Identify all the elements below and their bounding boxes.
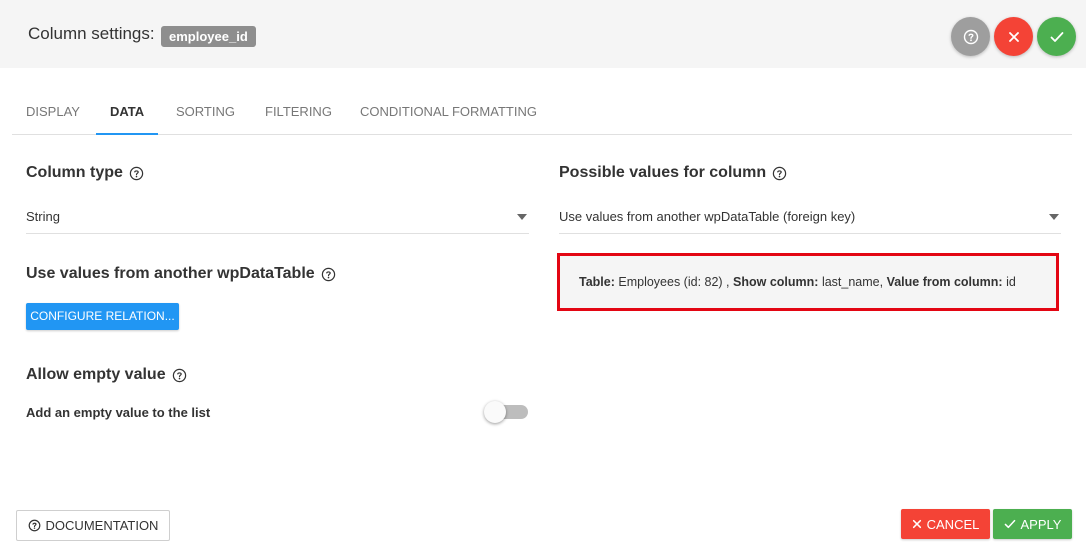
modal-header: Column settings: employee_id xyxy=(0,0,1086,68)
question-circle-icon[interactable] xyxy=(772,166,787,181)
settings-tabs: DISPLAY DATA SORTING FILTERING CONDITION… xyxy=(12,96,1072,135)
configure-relation-button[interactable]: CONFIGURE RELATION... xyxy=(26,303,179,330)
show-column-value: last_name, xyxy=(821,275,884,289)
close-icon xyxy=(1008,31,1019,42)
toggle-knob xyxy=(484,401,506,423)
allow-empty-heading: Allow empty value xyxy=(26,366,187,384)
show-column-label: Show column: xyxy=(733,275,819,289)
foreign-key-title: Use values from another wpDataTable xyxy=(26,265,315,282)
empty-value-label: Add an empty value to the list xyxy=(26,405,211,420)
question-circle-icon xyxy=(28,519,40,532)
tab-display[interactable]: DISPLAY xyxy=(26,96,80,133)
confirm-button[interactable] xyxy=(1037,17,1076,56)
column-type-title: Column type xyxy=(26,164,123,181)
column-type-value: String xyxy=(26,209,60,224)
table-value: Employees (id: 82) , xyxy=(618,275,730,289)
relation-info-box: Table: Employees (id: 82) , Show column:… xyxy=(557,253,1059,311)
possible-values-heading: Possible values for column xyxy=(559,164,787,182)
caret-down-icon xyxy=(1049,214,1059,220)
close-icon xyxy=(912,519,921,529)
possible-values-value: Use values from another wpDataTable (for… xyxy=(559,209,856,224)
modal-title: Column settings: xyxy=(28,24,155,43)
allow-empty-title: Allow empty value xyxy=(26,366,166,383)
caret-down-icon xyxy=(517,214,527,220)
table-label: Table: xyxy=(579,275,615,289)
value-column-value: id xyxy=(1006,275,1016,289)
value-column-label: Value from column: xyxy=(886,275,1003,289)
tab-conditional-formatting[interactable]: CONDITIONAL FORMATTING xyxy=(360,96,537,133)
cancel-label: CANCEL xyxy=(926,516,980,532)
question-circle-icon xyxy=(963,29,978,44)
help-button[interactable] xyxy=(951,17,990,56)
empty-value-toggle[interactable] xyxy=(484,401,530,423)
check-icon xyxy=(1004,519,1015,529)
foreign-key-heading: Use values from another wpDataTable xyxy=(26,265,336,283)
column-type-select[interactable]: String xyxy=(26,203,529,234)
close-button[interactable] xyxy=(994,17,1033,56)
column-type-heading: Column type xyxy=(26,164,144,182)
tab-filtering[interactable]: FILTERING xyxy=(265,96,332,133)
apply-button[interactable]: APPLY xyxy=(993,509,1072,539)
cancel-button[interactable]: CANCEL xyxy=(901,509,990,539)
possible-values-select[interactable]: Use values from another wpDataTable (for… xyxy=(559,203,1061,234)
column-name-badge: employee_id xyxy=(161,26,256,47)
possible-values-title: Possible values for column xyxy=(559,164,767,181)
question-circle-icon[interactable] xyxy=(129,166,144,181)
question-circle-icon[interactable] xyxy=(321,267,336,282)
tab-data[interactable]: DATA xyxy=(96,96,159,135)
question-circle-icon[interactable] xyxy=(172,368,187,383)
documentation-button[interactable]: DOCUMENTATION xyxy=(16,510,170,541)
tab-sorting[interactable]: SORTING xyxy=(176,96,235,133)
apply-label: APPLY xyxy=(1020,516,1062,532)
check-icon xyxy=(1050,31,1063,42)
documentation-label: DOCUMENTATION xyxy=(45,518,159,533)
